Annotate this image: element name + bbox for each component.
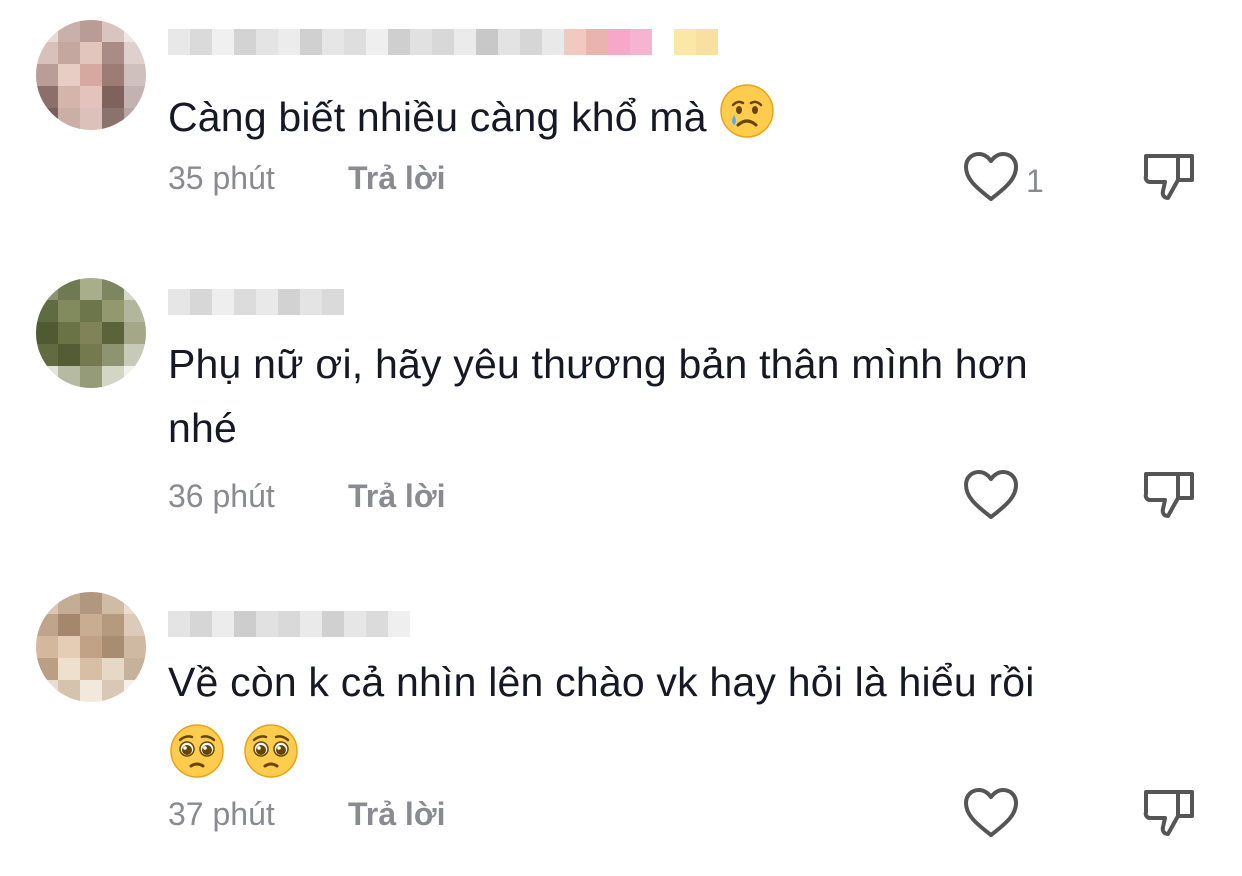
comment-text: Về còn k cả nhìn lên chào vk hay hỏi là … bbox=[168, 650, 1148, 782]
comment-text: Phụ nữ ơi, hãy yêu thương bản thân mình … bbox=[168, 332, 1148, 460]
pleading-face-icon bbox=[242, 722, 300, 798]
comment-text-line: Phụ nữ ơi, hãy yêu thương bản thân mình … bbox=[168, 341, 1028, 387]
dislike-button[interactable] bbox=[1140, 150, 1198, 209]
thumbs-down-icon bbox=[1140, 154, 1198, 208]
username-blurred[interactable] bbox=[168, 604, 410, 644]
reply-button[interactable]: Trả lời bbox=[348, 476, 445, 516]
comment-text-content: Càng biết nhiều càng khổ mà bbox=[168, 93, 707, 140]
dislike-button[interactable] bbox=[1140, 786, 1198, 845]
like-button[interactable]: 1 bbox=[962, 150, 1044, 212]
reply-button[interactable]: Trả lời bbox=[348, 158, 445, 198]
heart-outline-icon bbox=[962, 786, 1020, 848]
comment-meta: 37 phút Trả lời bbox=[168, 794, 445, 834]
comment-time: 35 phút bbox=[168, 160, 275, 196]
heart-outline-icon bbox=[962, 150, 1020, 212]
avatar[interactable] bbox=[36, 20, 146, 130]
avatar[interactable] bbox=[36, 278, 146, 388]
comment-meta: 35 phút Trả lời bbox=[168, 158, 445, 198]
username-blurred[interactable] bbox=[168, 22, 718, 62]
thumbs-down-icon bbox=[1140, 472, 1198, 526]
comment-text-line: nhé bbox=[168, 405, 238, 451]
like-count: 1 bbox=[1026, 162, 1044, 199]
dislike-button[interactable] bbox=[1140, 468, 1198, 527]
pleading-face-icon bbox=[168, 722, 226, 798]
username-blurred[interactable] bbox=[168, 282, 344, 322]
avatar[interactable] bbox=[36, 592, 146, 702]
thumbs-down-icon bbox=[1140, 790, 1198, 844]
crying-face-icon bbox=[718, 82, 776, 158]
reply-button[interactable]: Trả lời bbox=[348, 794, 445, 834]
comment-time: 36 phút bbox=[168, 478, 275, 514]
comment-text: Càng biết nhiều càng khổ mà bbox=[168, 82, 1148, 158]
emoji-row bbox=[168, 722, 1148, 782]
comment-text-line: Về còn k cả nhìn lên chào vk hay hỏi là … bbox=[168, 659, 1035, 705]
like-button[interactable] bbox=[962, 468, 1020, 530]
heart-outline-icon bbox=[962, 468, 1020, 530]
like-button[interactable] bbox=[962, 786, 1020, 848]
comment-meta: 36 phút Trả lời bbox=[168, 476, 445, 516]
comment-time: 37 phút bbox=[168, 796, 275, 832]
